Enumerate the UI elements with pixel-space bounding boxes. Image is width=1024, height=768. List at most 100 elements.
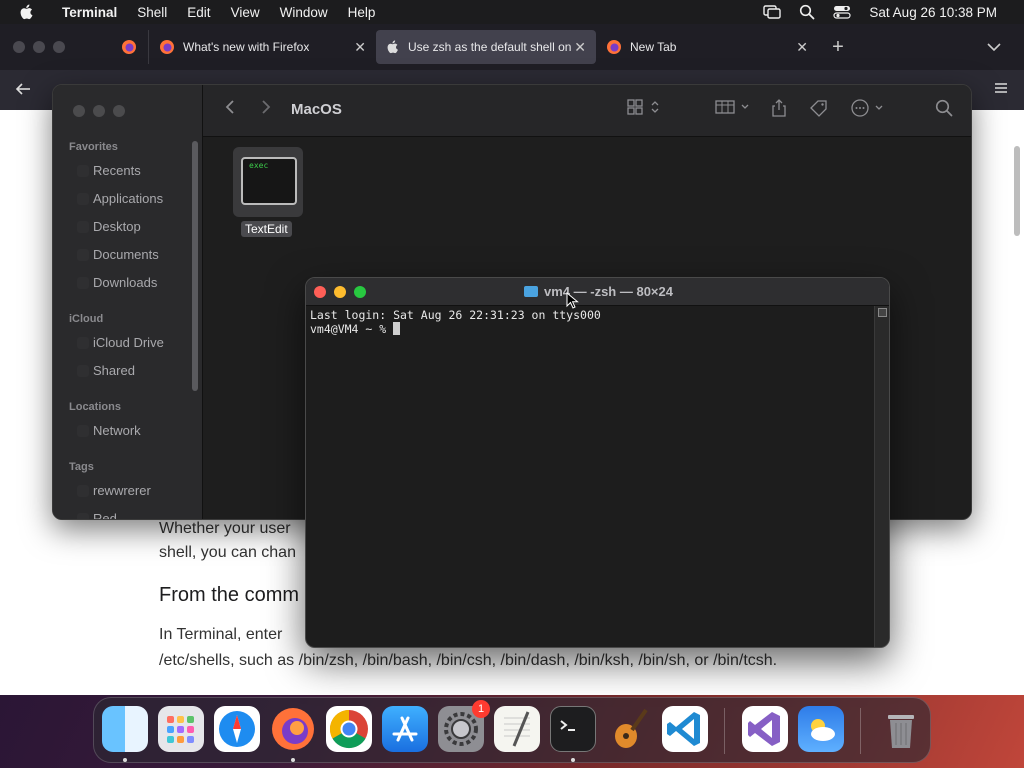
spotlight-search-icon[interactable]	[790, 4, 824, 20]
article-text-line: /etc/shells, such as /bin/zsh, /bin/bash…	[159, 652, 778, 669]
sidebar-item-label: Desktop	[93, 219, 141, 234]
file-item-name[interactable]: TextEdit	[241, 221, 292, 237]
notification-badge: 1	[472, 700, 490, 718]
download-icon	[77, 276, 89, 289]
clock-icon	[77, 164, 89, 177]
app-store-icon[interactable]	[382, 706, 428, 752]
chrome-icon[interactable]	[326, 706, 372, 752]
sidebar-scrollbar[interactable]	[192, 141, 198, 391]
menu-help[interactable]: Help	[338, 5, 386, 20]
sidebar-section-locations: Locations	[69, 401, 121, 413]
sidebar-item-shared[interactable]: Shared	[77, 363, 135, 378]
back-arrow-icon[interactable]	[0, 80, 46, 101]
back-chevron-icon[interactable]	[225, 99, 235, 120]
menu-bar: Terminal Shell Edit View Window Help Sat…	[0, 0, 1024, 24]
article-text-line: In Terminal, enter	[159, 626, 283, 643]
minimize-button[interactable]	[93, 105, 105, 117]
finder-icon[interactable]	[102, 706, 148, 752]
close-button[interactable]	[73, 105, 85, 117]
hamburger-menu-icon[interactable]	[978, 81, 1024, 99]
terminal-scrollbar[interactable]	[874, 306, 889, 647]
system-settings-icon[interactable]: 1	[438, 700, 490, 752]
finder-sidebar: Favorites Recents Applications Desktop D…	[53, 85, 203, 520]
list-all-tabs-chevron-icon[interactable]	[964, 40, 1024, 55]
sidebar-item-downloads[interactable]: Downloads	[77, 275, 157, 290]
textedit-icon[interactable]	[494, 706, 540, 752]
search-icon[interactable]	[935, 99, 953, 122]
icon-view-grid-icon[interactable]	[627, 99, 661, 120]
sidebar-item-tag-red[interactable]: Red	[77, 511, 117, 520]
sidebar-item-label: Red	[93, 511, 117, 520]
sidebar-item-label: Network	[93, 423, 141, 438]
running-indicator	[571, 758, 575, 762]
menu-shell[interactable]: Shell	[127, 5, 177, 20]
terminal-icon[interactable]	[550, 706, 596, 752]
firefox-icon	[160, 40, 174, 54]
dock: 1	[93, 697, 931, 763]
sidebar-item-label: Shared	[93, 363, 135, 378]
executable-icon-text: exec	[249, 161, 269, 170]
apple-menu-icon[interactable]	[0, 4, 52, 20]
tab-use-zsh[interactable]: Use zsh as the default shell on y ✕	[376, 30, 596, 64]
terminal-title-bar[interactable]: vm4 — -zsh — 80×24	[306, 278, 889, 306]
firefox-pinned-tab[interactable]	[110, 39, 148, 55]
close-button[interactable]	[13, 41, 25, 53]
firefox-tab-bar: What's new with Firefox ✕ Use zsh as the…	[0, 24, 1024, 70]
garageband-icon[interactable]	[606, 706, 652, 752]
minimize-button[interactable]	[33, 41, 45, 53]
tab-close-icon[interactable]: ✕	[796, 39, 808, 56]
zoom-button[interactable]	[53, 41, 65, 53]
sidebar-item-network[interactable]: Network	[77, 423, 141, 438]
safari-icon[interactable]	[214, 706, 260, 752]
page-scrollbar[interactable]	[1014, 146, 1020, 236]
terminal-output[interactable]: Last login: Sat Aug 26 22:31:23 on ttys0…	[310, 308, 601, 336]
more-actions-icon[interactable]	[851, 99, 885, 122]
document-icon	[77, 248, 89, 261]
tab-new-tab[interactable]: New Tab ✕	[596, 30, 818, 64]
cloud-icon	[77, 336, 89, 349]
launchpad-icon[interactable]	[158, 706, 204, 752]
applications-icon	[77, 192, 89, 205]
menu-window[interactable]: Window	[270, 5, 338, 20]
sidebar-item-desktop[interactable]: Desktop	[77, 219, 141, 234]
firefox-icon	[607, 40, 621, 54]
firefox-icon[interactable]	[270, 706, 316, 752]
tab-close-icon[interactable]: ✕	[574, 39, 586, 56]
tab-title: New Tab	[630, 40, 677, 54]
finder-window-title: MacOS	[291, 101, 342, 118]
vscode-icon[interactable]	[662, 706, 708, 752]
menu-app-name[interactable]: Terminal	[52, 5, 127, 20]
screen-mirroring-icon[interactable]	[754, 5, 790, 19]
zoom-button[interactable]	[113, 105, 125, 117]
sidebar-item-applications[interactable]: Applications	[77, 191, 163, 206]
menu-edit[interactable]: Edit	[177, 5, 220, 20]
split-view-icon[interactable]	[878, 308, 887, 317]
sidebar-item-documents[interactable]: Documents	[77, 247, 159, 262]
firefox-icon	[122, 40, 136, 54]
share-icon[interactable]	[771, 99, 787, 122]
tab-close-icon[interactable]: ✕	[354, 39, 366, 56]
control-center-icon[interactable]	[824, 5, 860, 19]
terminal-line: Last login: Sat Aug 26 22:31:23 on ttys0…	[310, 308, 601, 322]
new-tab-button[interactable]: +	[818, 36, 858, 59]
visual-studio-icon[interactable]	[742, 706, 788, 752]
sidebar-item-icloud-drive[interactable]: iCloud Drive	[77, 335, 164, 350]
weather-icon[interactable]	[798, 706, 844, 752]
sidebar-item-tag[interactable]: rewwrerer	[77, 483, 151, 498]
tag-icon[interactable]	[809, 99, 829, 122]
forward-chevron-icon[interactable]	[261, 99, 271, 120]
menu-view[interactable]: View	[221, 5, 270, 20]
tab-whats-new-firefox[interactable]: What's new with Firefox ✕	[148, 30, 376, 64]
sidebar-item-recents[interactable]: Recents	[77, 163, 141, 178]
article-heading: From the comm	[159, 584, 300, 606]
desktop-icon	[77, 220, 89, 233]
sidebar-item-label: Documents	[93, 247, 159, 262]
finder-toolbar: MacOS	[203, 85, 971, 137]
folder-icon	[524, 286, 538, 297]
trash-icon[interactable]	[878, 706, 924, 752]
menu-clock[interactable]: Sat Aug 26 10:38 PM	[860, 5, 1006, 20]
file-item-textedit[interactable]: exec	[233, 147, 303, 217]
group-view-icon[interactable]	[715, 99, 751, 120]
sidebar-section-tags: Tags	[69, 461, 94, 473]
terminal-window[interactable]: vm4 — -zsh — 80×24 Last login: Sat Aug 2…	[305, 277, 890, 648]
